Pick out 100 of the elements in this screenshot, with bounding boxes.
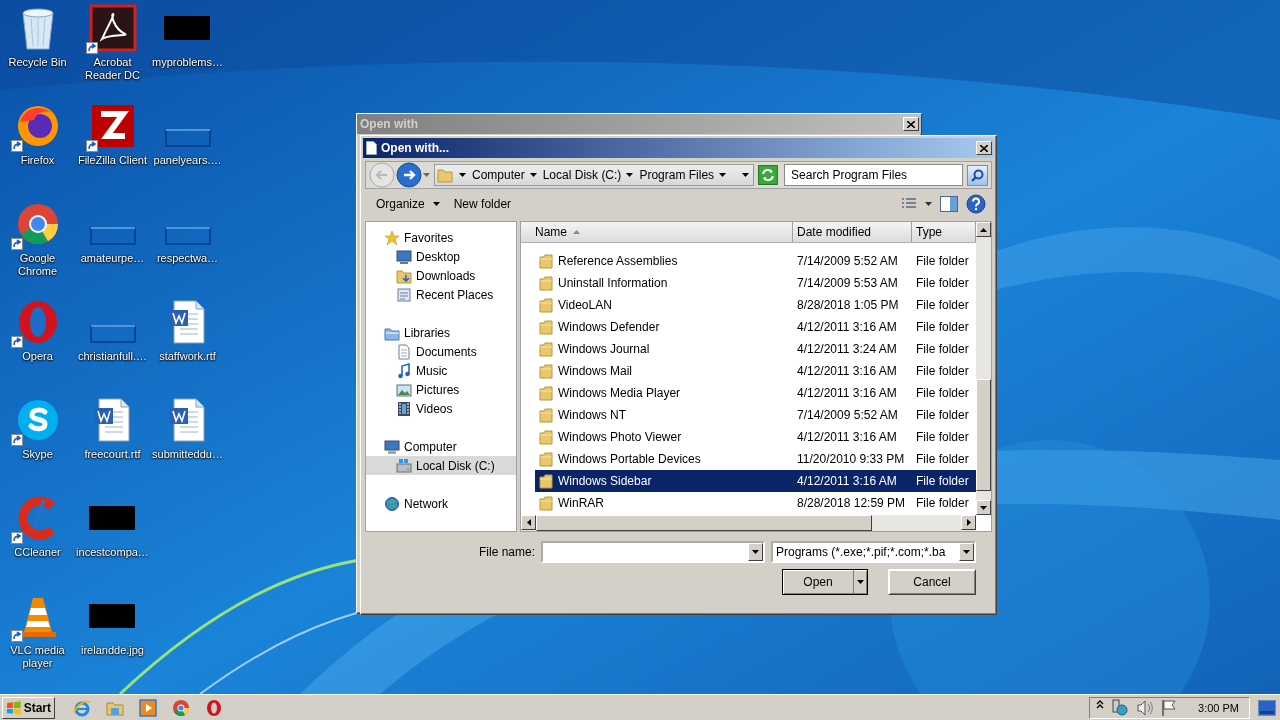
opera-icon[interactable] [205, 698, 223, 717]
desktop-icon-label[interactable]: panelyears.… [153, 154, 222, 167]
horizontal-scrollbar[interactable] [521, 515, 976, 531]
desktop-icon-label[interactable]: FileZilla Client [77, 154, 148, 167]
nav-item[interactable]: Computer [366, 437, 516, 456]
desktop-icon-label[interactable]: christianfull.… [77, 350, 148, 363]
caret-icon [423, 173, 430, 177]
breadcrumb-item[interactable]: Local Disk (C:) [542, 168, 634, 182]
file-name: Windows Photo Viewer [558, 430, 682, 444]
desktop-icon-label[interactable]: Acrobat Reader DC [85, 56, 140, 82]
desktop-icon-label[interactable]: irelandde.jpg [81, 644, 144, 657]
nav-item[interactable]: Recent Places [366, 285, 516, 304]
file-row[interactable]: Uninstall Information 7/14/2009 5:53 AM File folder [535, 272, 976, 294]
clock[interactable]: 3:00 PM [1198, 701, 1239, 714]
organize-menu[interactable]: Organize [373, 194, 443, 214]
file-row[interactable]: Windows Sidebar 4/12/2011 3:16 AM File folder [535, 470, 976, 492]
file-type: File folder [915, 320, 969, 334]
nav-item[interactable]: Downloads [366, 266, 516, 285]
left-arrow-icon[interactable] [526, 519, 531, 526]
network-icon[interactable] [1111, 698, 1130, 717]
refresh-button[interactable] [758, 165, 779, 185]
document-icon [396, 343, 412, 360]
search-field[interactable]: Search Program Files [784, 164, 964, 186]
file-type: File folder [915, 254, 969, 268]
folder-icon [539, 495, 553, 511]
film-icon [396, 400, 412, 417]
file-row[interactable]: VideoLAN 8/28/2018 1:05 PM File folder [535, 294, 976, 316]
desktop-icon-label[interactable]: respectwa… [156, 252, 219, 265]
file-row[interactable]: Reference Assemblies 7/14/2009 5:52 AM File folder [535, 250, 976, 272]
new-folder-button[interactable]: New folder [450, 194, 515, 214]
file-name: Windows NT [558, 408, 626, 422]
monitor-icon [396, 248, 412, 265]
file-name: Windows Defender [558, 320, 660, 334]
folder-icon [539, 275, 553, 291]
nav-item[interactable]: Favorites [366, 228, 516, 247]
help-button[interactable] [966, 194, 986, 214]
file-row[interactable]: Windows Defender 4/12/2011 3:16 AM File folder [535, 316, 976, 338]
desktop-icon-label[interactable]: Google Chrome [17, 252, 58, 278]
desktop-icon-label[interactable]: amateurpe… [80, 252, 145, 265]
date-modified: 7/14/2009 5:53 AM [796, 276, 899, 290]
date-modified: 8/28/2018 12:59 PM [796, 496, 907, 510]
desktop-icon-label[interactable]: Opera [22, 350, 53, 363]
vertical-scrollbar[interactable] [976, 222, 991, 515]
desktop-icon-label[interactable]: myproblems… [152, 56, 223, 69]
show-desktop-button[interactable] [1258, 699, 1276, 716]
flag-icon[interactable] [1161, 698, 1178, 717]
down-arrow-icon[interactable] [980, 505, 987, 510]
nav-item[interactable]: Local Disk (C:) [366, 456, 516, 475]
caret-icon [459, 173, 466, 177]
desktop-icon-label[interactable]: CCleaner [14, 546, 61, 559]
preview-pane-button[interactable] [940, 196, 958, 212]
start-button[interactable]: Start [2, 696, 55, 719]
desktop-icon-label[interactable]: freecourt.rtf [84, 448, 141, 461]
desktop-icon-label[interactable]: submitteddu… [152, 448, 223, 461]
nav-item[interactable]: Desktop [366, 247, 516, 266]
right-arrow-icon[interactable] [966, 519, 971, 526]
caret-icon [626, 173, 634, 177]
picture-icon [396, 381, 412, 398]
desktop-icon-label[interactable]: Firefox [20, 154, 55, 167]
close-button[interactable] [976, 141, 992, 155]
address-bar[interactable]: Computer Local Disk (C:) Program Files [434, 164, 755, 186]
close-button[interactable] [903, 117, 919, 131]
up-arrow-icon[interactable] [980, 227, 987, 232]
breadcrumb-item[interactable]: Program Files [639, 168, 727, 182]
file-name: Uninstall Information [558, 276, 668, 290]
nav-item[interactable]: Documents [366, 342, 516, 361]
file-name-field[interactable] [541, 541, 765, 563]
file-name-label: File name: [478, 545, 535, 559]
speaker-icon[interactable] [1136, 698, 1155, 717]
open-button[interactable]: Open [782, 569, 868, 595]
nav-item[interactable]: Libraries [366, 323, 516, 342]
desktop-icon-label[interactable]: Recycle Bin [8, 56, 67, 69]
file-row[interactable]: WinRAR 8/28/2018 12:59 PM File folder [535, 492, 976, 514]
pdf-app-icon[interactable] [88, 4, 137, 52]
breadcrumb-item[interactable]: Computer [472, 168, 537, 182]
search-button[interactable] [967, 164, 988, 186]
file-row[interactable]: Windows NT 7/14/2009 5:52 AM File folder [535, 404, 976, 426]
column-header[interactable]: Date modified [793, 222, 912, 242]
file-row[interactable]: Windows Portable Devices 11/20/2010 9:33 PM File folder [535, 448, 976, 470]
nav-item[interactable]: Videos [366, 399, 516, 418]
media-player-icon[interactable] [139, 698, 157, 717]
desktop-icon-label[interactable]: staffwork.rtf [159, 350, 216, 363]
desktop-icon-label[interactable]: incestcompa… [76, 546, 149, 559]
desktop-icon-label[interactable]: VLC media player [10, 644, 65, 670]
column-header[interactable]: Name [521, 222, 793, 242]
desktop-icon-label[interactable]: Skype [22, 448, 53, 461]
date-modified: 7/14/2009 5:52 AM [796, 254, 899, 268]
chrome-icon[interactable] [172, 698, 190, 717]
folder-icon [539, 429, 553, 445]
file-row[interactable]: Windows Media Player 4/12/2011 3:16 AM File folder [535, 382, 976, 404]
file-row[interactable]: Windows Mail 4/12/2011 3:16 AM File folder [535, 360, 976, 382]
nav-item[interactable]: Music [366, 361, 516, 380]
forward-button[interactable] [396, 162, 422, 188]
cancel-button[interactable]: Cancel [888, 569, 976, 595]
file-row[interactable]: Windows Journal 4/12/2011 3:24 AM File folder [535, 338, 976, 360]
file-type-dropdown[interactable]: Programs (*.exe;*.pif;*.com;*.ba [771, 541, 976, 563]
file-row[interactable]: Windows Photo Viewer 4/12/2011 3:16 AM File folder [535, 426, 976, 448]
date-modified: 4/12/2011 3:16 AM [796, 386, 898, 400]
nav-item[interactable]: Network [366, 494, 516, 513]
nav-item[interactable]: Pictures [366, 380, 516, 399]
